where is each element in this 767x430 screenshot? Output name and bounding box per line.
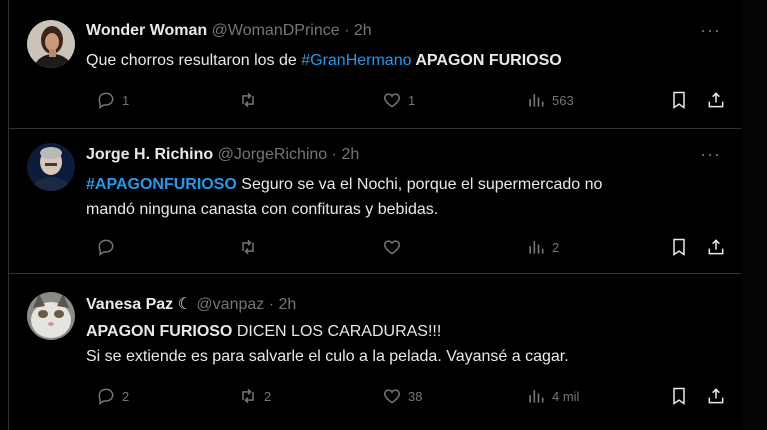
like-count: 1 — [408, 92, 416, 108]
bookmark-icon — [673, 238, 685, 256]
author-name[interactable]: Vanesa Paz — [86, 296, 173, 313]
like-button[interactable]: 38 — [382, 384, 422, 408]
tweet-text-line-2: mandó ninguna canasta con confituras y b… — [86, 201, 439, 218]
avatar[interactable] — [27, 143, 75, 191]
views-count: 2 — [552, 239, 560, 255]
timestamp[interactable]: 2h — [341, 146, 359, 163]
like-count: 38 — [408, 388, 423, 404]
reply-button[interactable] — [96, 235, 122, 259]
retweet-button[interactable] — [238, 88, 264, 112]
tweet-text-plain: Seguro se va el Nochi, porque el superme… — [236, 176, 603, 193]
like-icon — [383, 93, 401, 108]
share-icon — [708, 92, 724, 108]
reply-button[interactable]: 1 — [96, 88, 129, 112]
retweet-icon — [242, 388, 254, 404]
avatar-image-wonder-woman — [27, 20, 75, 68]
share-button[interactable] — [706, 384, 726, 408]
share-button[interactable] — [706, 88, 726, 112]
bookmark-button[interactable] — [669, 88, 689, 112]
reply-icon — [98, 239, 114, 256]
tweet-text-line-2: Si se extiende es para salvarle el culo … — [86, 348, 569, 365]
avatar-image-vanesa-paz — [27, 292, 75, 340]
separator-dot: · — [331, 146, 337, 163]
avatar[interactable] — [27, 20, 75, 68]
avatar[interactable] — [27, 292, 75, 340]
bookmark-icon — [673, 387, 685, 405]
hashtag-link[interactable]: #APAGONFURIOSO — [86, 176, 237, 193]
views-icon — [529, 94, 544, 107]
more-dots-icon[interactable]: ··· — [700, 144, 721, 165]
more-dots-icon[interactable]: ··· — [700, 20, 721, 41]
views-button[interactable]: 563 — [526, 88, 574, 112]
timestamp[interactable]: 2h — [354, 22, 372, 39]
like-icon — [383, 240, 401, 255]
reply-icon — [98, 388, 114, 405]
timestamp[interactable]: 2h — [279, 296, 297, 313]
tweet-2[interactable]: Jorge H. Richino @JorgeRichino · 2h ··· … — [9, 129, 741, 274]
reply-icon — [98, 92, 114, 109]
author-handle[interactable]: @WomanDPrince — [212, 22, 340, 39]
tweet-text: APAGON FURIOSO DICEN LOS CARADURAS!!! Si… — [86, 319, 569, 369]
reply-button[interactable]: 2 — [96, 384, 129, 408]
tweet-text-bold: APAGON FURIOSO — [86, 323, 233, 340]
action-bar: 2 — [86, 235, 726, 259]
tweet-text-bold: APAGON FURIOSO — [411, 52, 562, 69]
bookmark-button[interactable] — [669, 384, 689, 408]
tweet-3[interactable]: Vanesa Paz ☾ @vanpaz · 2h APAGON FURIOSO… — [9, 274, 741, 430]
reply-count: 1 — [122, 92, 130, 108]
share-button[interactable] — [706, 235, 726, 259]
avatar-image-jorge-richino — [27, 143, 75, 191]
action-bar: 2 2 38 4 mil — [86, 384, 726, 408]
views-icon — [529, 241, 544, 254]
hashtag-link[interactable]: #GranHermano — [301, 52, 411, 69]
bookmark-icon — [673, 91, 685, 109]
retweet-count: 2 — [264, 388, 272, 404]
action-bar: 1 1 563 — [86, 88, 726, 112]
tweet-text: Que chorros resultaron los de #GranHerma… — [86, 48, 562, 73]
tweet-text-line-1: APAGON FURIOSO DICEN LOS CARADURAS!!! — [86, 319, 569, 344]
tweet-text-line-1: #APAGONFURIOSO Seguro se va el Nochi, po… — [86, 172, 602, 197]
scroll-gutter — [742, 0, 767, 430]
reply-count: 2 — [122, 388, 130, 404]
retweet-icon — [242, 239, 254, 255]
tweet-text-plain: DICEN LOS CARADURAS!!! — [232, 323, 442, 340]
author-handle[interactable]: @vanpaz — [196, 296, 264, 313]
views-icon — [529, 390, 544, 403]
tweet-text-plain: Que chorros resultaron los de — [86, 52, 302, 69]
like-icon — [383, 389, 401, 404]
tweet-1[interactable]: Wonder Woman @WomanDPrince · 2h ··· Que … — [9, 0, 741, 129]
share-icon — [708, 239, 724, 255]
author-name[interactable]: Wonder Woman — [86, 22, 207, 39]
like-button[interactable] — [382, 235, 408, 259]
retweet-icon — [242, 92, 254, 108]
moon-badge-icon: ☾ — [177, 296, 192, 313]
views-button[interactable]: 2 — [526, 235, 559, 259]
author-name[interactable]: Jorge H. Richino — [86, 146, 213, 163]
tweet-text: #APAGONFURIOSO Seguro se va el Nochi, po… — [86, 172, 602, 222]
views-count: 563 — [552, 92, 574, 108]
share-icon — [708, 388, 724, 404]
views-count: 4 mil — [552, 388, 580, 404]
bookmark-button[interactable] — [669, 235, 689, 259]
retweet-button[interactable]: 2 — [238, 384, 271, 408]
author-handle[interactable]: @JorgeRichino — [218, 146, 328, 163]
views-button[interactable]: 4 mil — [526, 384, 579, 408]
retweet-button[interactable] — [238, 235, 264, 259]
separator-dot: · — [344, 22, 350, 39]
separator-dot: · — [268, 296, 275, 313]
like-button[interactable]: 1 — [382, 88, 415, 112]
